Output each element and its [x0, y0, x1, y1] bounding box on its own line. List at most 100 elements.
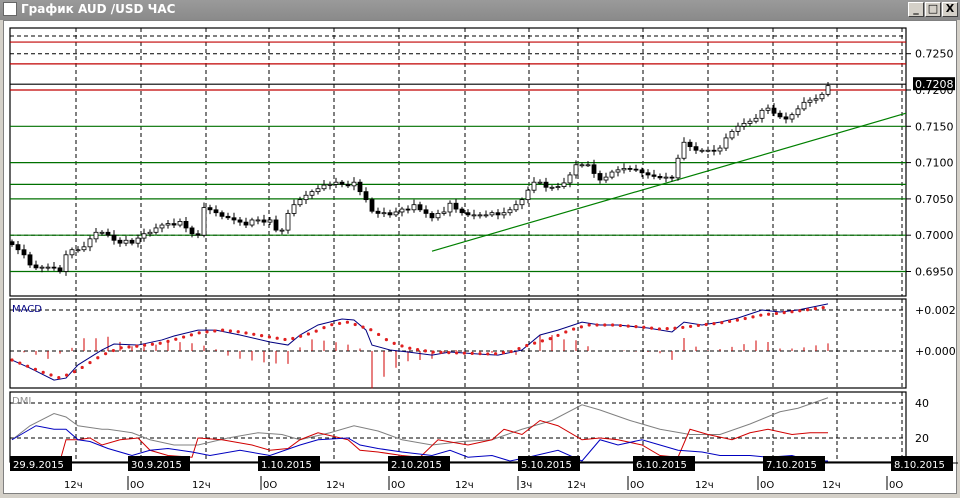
hour-label: 12ч — [695, 480, 714, 491]
macd-signal-dot — [400, 344, 404, 348]
macd-signal-dot — [236, 330, 240, 334]
hour-label: 0О — [263, 480, 277, 491]
candle-bullish — [471, 214, 477, 217]
candle-bearish — [213, 209, 219, 214]
candle-bullish — [477, 214, 483, 217]
macd-signal-dot — [135, 344, 139, 348]
macd-signal-dot — [548, 337, 552, 341]
candle-bullish — [705, 149, 711, 152]
candle-bearish — [129, 239, 135, 244]
candle-bullish — [399, 208, 405, 213]
hour-label: 12ч — [455, 480, 474, 491]
current-price-label: 0.7208 — [915, 78, 954, 91]
candle-bullish — [723, 137, 729, 149]
candle-bearish — [9, 241, 15, 246]
macd-signal-dot — [244, 331, 248, 335]
candle-bullish — [297, 199, 303, 206]
candle-bearish — [639, 169, 645, 174]
macd-signal-dot — [657, 327, 662, 331]
candle-bullish — [81, 246, 87, 251]
macd-signal-dot — [174, 337, 178, 341]
macd-signal-dot — [743, 316, 747, 321]
candle-bearish — [669, 176, 675, 179]
macd-signal-dot — [143, 343, 147, 347]
macd-signal-dot — [462, 351, 466, 355]
date-label: 2.10.2015 — [391, 460, 442, 471]
candle-bearish — [777, 112, 783, 118]
candle-bullish — [765, 107, 771, 111]
price-tick-label: 0.7150 — [915, 120, 954, 133]
candle-bullish — [795, 108, 801, 116]
candle-bullish — [807, 99, 813, 103]
candle-bearish — [375, 210, 381, 214]
candle-bullish — [159, 224, 165, 229]
candle-bullish — [603, 176, 609, 181]
macd-signal-dot — [96, 356, 100, 360]
macd-signal-dot — [478, 352, 482, 356]
candle-bearish — [423, 209, 429, 214]
macd-signal-dot — [18, 361, 22, 365]
candle-bullish — [63, 254, 69, 272]
macd-signal-dot — [650, 326, 654, 330]
candle-bullish — [93, 231, 99, 240]
candle-bearish — [711, 149, 717, 152]
macd-signal-dot — [384, 338, 388, 342]
candle-bearish — [543, 181, 549, 188]
macd-signal-dot — [665, 327, 669, 331]
macd-signal-dot — [228, 329, 232, 333]
candle-bullish — [147, 231, 153, 235]
candle-bullish — [717, 147, 723, 152]
candle-bearish — [51, 266, 57, 269]
macd-signal-dot — [314, 329, 318, 333]
macd-signal-dot — [642, 325, 646, 329]
hour-label: 12ч — [822, 480, 841, 491]
macd-signal-dot — [283, 337, 287, 342]
candle-bullish — [309, 191, 315, 196]
candle-bearish — [771, 107, 777, 114]
candle-bearish — [345, 183, 351, 187]
macd-signal-dot — [618, 323, 623, 328]
date-label: 5.10.2015 — [521, 460, 572, 471]
candle-bullish — [39, 266, 45, 269]
candle-bullish — [681, 141, 687, 159]
macd-signal-dot — [525, 343, 529, 348]
macd-signal-dot — [447, 350, 451, 355]
candle-bullish — [819, 93, 825, 100]
candle-bullish — [141, 233, 147, 239]
candle-bearish — [597, 173, 603, 181]
macd-signal-dot — [392, 341, 396, 345]
candle-bullish — [333, 181, 339, 185]
macd-signal-dot — [306, 332, 310, 336]
candle-bearish — [21, 249, 27, 256]
macd-signal-dot — [57, 376, 61, 380]
candle-bullish — [393, 211, 399, 216]
macd-signal-dot — [221, 328, 225, 332]
macd-signal-dot — [540, 339, 545, 343]
macd-signal-dot — [470, 351, 474, 355]
candle-bullish — [513, 204, 519, 211]
macd-signal-dot — [603, 323, 607, 327]
chart-canvas[interactable]: 0.72500.72000.71500.71000.70500.70000.69… — [0, 0, 960, 498]
macd-signal-dot — [416, 347, 420, 352]
candle-bullish — [411, 204, 417, 211]
macd-signal-dot — [353, 322, 357, 327]
candle-bullish — [675, 157, 681, 179]
date-label: 29.9.2015 — [13, 460, 64, 471]
macd-tick-label: +0.000 — [915, 345, 956, 358]
candle-bearish — [495, 212, 501, 216]
candle-bullish — [75, 249, 81, 252]
hour-label: 12ч — [192, 480, 211, 491]
candle-bullish — [351, 181, 357, 187]
candle-bullish — [825, 85, 831, 95]
macd-signal-dot — [579, 325, 584, 329]
price-tick-label: 0.7050 — [915, 193, 954, 206]
price-tick-label: 0.6950 — [915, 266, 954, 279]
macd-signal-dot — [673, 326, 677, 330]
candle-bullish — [561, 182, 567, 187]
macd-signal-dot — [595, 323, 599, 327]
macd-signal-dot — [158, 341, 162, 345]
macd-signal-dot — [439, 350, 443, 354]
dmi-title: DMI — [12, 396, 31, 407]
macd-signal-dot — [408, 346, 412, 350]
candle-bearish — [33, 264, 39, 269]
